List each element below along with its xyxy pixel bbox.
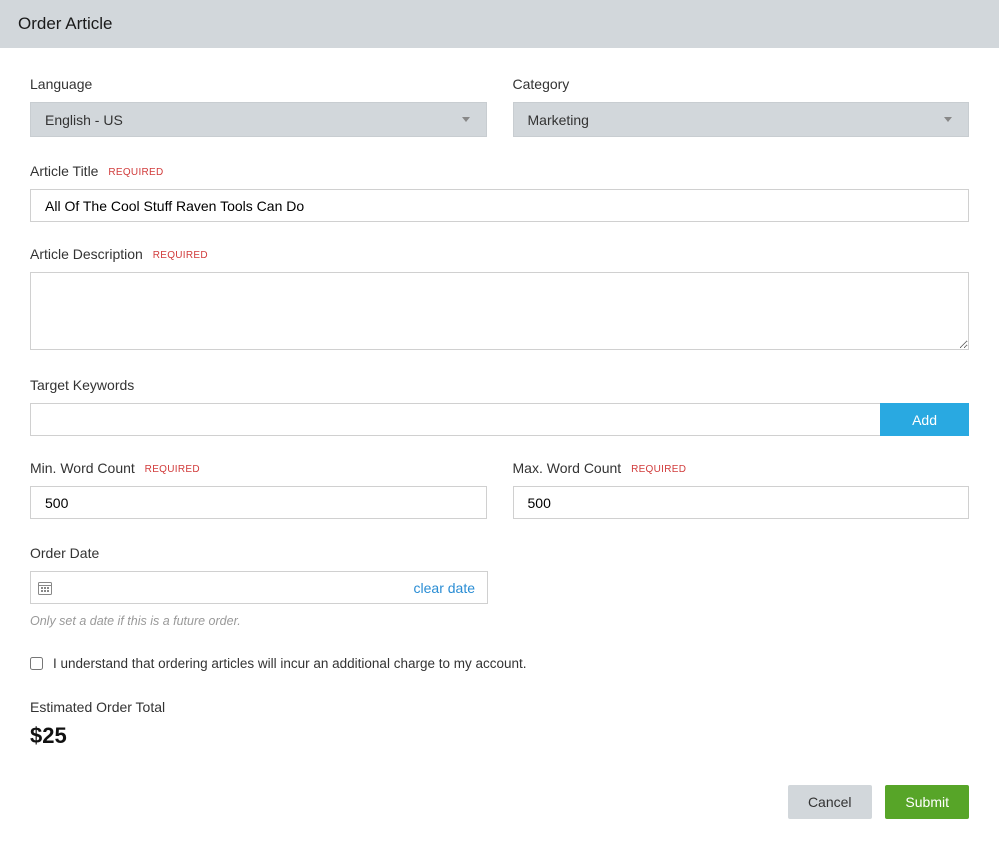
category-label: Category [513, 76, 970, 92]
clear-date-link[interactable]: clear date [414, 580, 487, 596]
max-word-input[interactable] [513, 486, 970, 519]
required-tag: REQUIRED [145, 464, 200, 475]
order-date-field[interactable]: clear date [30, 571, 488, 604]
category-selected-value: Marketing [528, 112, 945, 128]
add-keyword-button[interactable]: Add [880, 403, 969, 436]
total-label: Estimated Order Total [30, 699, 969, 715]
required-tag: REQUIRED [153, 250, 208, 261]
article-description-label: Article Description REQUIRED [30, 246, 969, 262]
required-tag: REQUIRED [108, 167, 163, 178]
language-selected-value: English - US [45, 112, 462, 128]
page-header: Order Article [0, 0, 999, 48]
target-keywords-input[interactable] [30, 403, 880, 436]
max-word-label: Max. Word Count REQUIRED [513, 460, 970, 476]
article-title-input[interactable] [30, 189, 969, 222]
article-description-input[interactable] [30, 272, 969, 350]
footer-actions: Cancel Submit [30, 785, 969, 819]
category-select[interactable]: Marketing [513, 102, 970, 137]
min-word-label: Min. Word Count REQUIRED [30, 460, 487, 476]
consent-checkbox[interactable] [30, 657, 43, 670]
cancel-button[interactable]: Cancel [788, 785, 872, 819]
min-word-input[interactable] [30, 486, 487, 519]
article-title-label: Article Title REQUIRED [30, 163, 969, 179]
order-date-label: Order Date [30, 545, 969, 561]
page-title: Order Article [18, 14, 981, 34]
chevron-down-icon [944, 117, 952, 122]
order-date-hint: Only set a date if this is a future orde… [30, 614, 969, 628]
consent-label[interactable]: I understand that ordering articles will… [53, 656, 527, 671]
order-date-input[interactable] [59, 572, 414, 603]
language-label: Language [30, 76, 487, 92]
language-select[interactable]: English - US [30, 102, 487, 137]
submit-button[interactable]: Submit [885, 785, 969, 819]
total-value: $25 [30, 723, 969, 749]
required-tag: REQUIRED [631, 464, 686, 475]
target-keywords-label: Target Keywords [30, 377, 969, 393]
chevron-down-icon [462, 117, 470, 122]
form-body: Language English - US Category Marketing… [0, 48, 999, 843]
calendar-icon [31, 580, 59, 596]
